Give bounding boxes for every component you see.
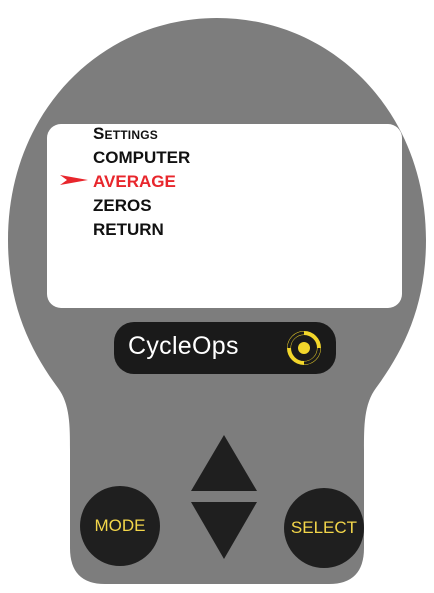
menu-item-computer[interactable]: COMPUTER	[93, 148, 190, 168]
lcd-screen: Settings COMPUTER AVERAGE ZEROS RETURN	[47, 124, 402, 308]
down-arrow-button[interactable]	[191, 502, 257, 560]
brand-logo-text: CycleOps	[128, 332, 239, 360]
menu-title: Settings	[93, 124, 158, 143]
select-button[interactable]: SELECT	[284, 488, 364, 568]
brand-logo: CycleOps	[114, 322, 336, 374]
triangle-up-icon	[191, 435, 257, 491]
select-button-label: SELECT	[290, 518, 358, 537]
menu-item-zeros[interactable]: ZEROS	[93, 196, 152, 216]
mode-button-label: MODE	[94, 516, 146, 535]
triangle-down-icon	[191, 502, 257, 559]
up-arrow-button[interactable]	[191, 435, 257, 492]
logo-swirl-icon	[287, 331, 321, 365]
mode-button[interactable]: MODE	[80, 486, 160, 566]
cycle-computer-device: Settings COMPUTER AVERAGE ZEROS RETURN C…	[0, 0, 434, 593]
selection-pointer-icon	[60, 175, 88, 185]
menu-item-return[interactable]: RETURN	[93, 220, 164, 240]
menu-item-average[interactable]: AVERAGE	[93, 172, 176, 192]
